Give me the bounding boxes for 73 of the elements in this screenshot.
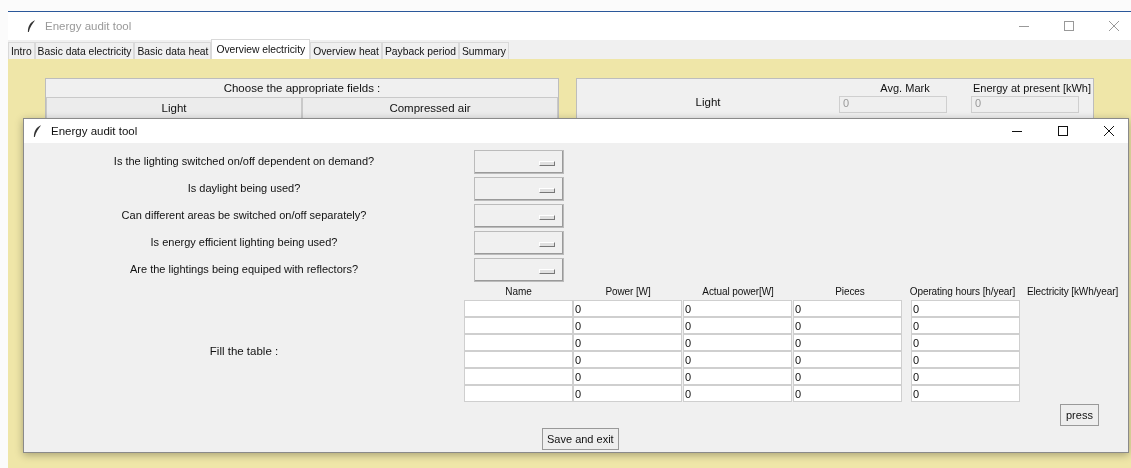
option-menu[interactable] [474,257,564,282]
table-entry[interactable] [464,368,573,385]
close-icon[interactable] [1104,126,1114,136]
column-header: Power [W] [604,286,652,297]
table-entry[interactable] [464,385,573,402]
table-entry[interactable]: 0 [793,351,902,368]
table-entry[interactable] [464,300,573,317]
tab[interactable]: Basic data heat [134,42,212,59]
press-button[interactable]: press [1060,404,1099,426]
question-label: Is energy efficient lighting being used? [149,235,339,250]
table-entry[interactable]: 0 [683,300,792,317]
question-label: Is the lighting switched on/off dependent on demand? [112,154,376,169]
question-label: Can different areas be switched on/off separately? [120,208,368,223]
category-button[interactable]: Compressed air [302,97,558,119]
option-menu[interactable] [474,176,564,201]
tab[interactable]: Summary [458,42,509,59]
question-label: Is daylight being used? [186,181,302,196]
column-header: Pieces [834,286,866,297]
table-entry[interactable]: 0 [911,300,1020,317]
question-label: Are the lightings being equiped with reflectors? [128,262,360,277]
menu-indicator-icon [539,160,555,166]
maximize-icon[interactable] [1058,126,1068,136]
column-header: Electricity [kWh/year] [1025,286,1120,297]
tab[interactable]: Overview electricity [211,39,311,59]
menu-indicator-icon [539,187,555,193]
menu-indicator-icon [539,241,555,247]
table-entry[interactable]: 0 [911,385,1020,402]
table-entry[interactable]: 0 [573,300,682,317]
tab[interactable]: Basic data electricity [34,42,135,59]
table-entry[interactable] [464,351,573,368]
window-title: Energy audit tool [45,20,132,32]
option-menu[interactable] [474,149,564,174]
option-menu[interactable] [474,203,564,228]
table-entry[interactable]: 0 [573,317,682,334]
column-header: Avg. Mark [879,82,931,94]
table-entry[interactable]: 0 [573,334,682,351]
window-title: Energy audit tool [51,125,138,137]
save-and-exit-button[interactable]: Save and exit [542,428,619,450]
table-entry[interactable]: 0 [793,317,902,334]
table-entry[interactable] [464,334,573,351]
table-entry[interactable]: 0 [573,351,682,368]
table-entry[interactable]: 0 [683,368,792,385]
table-entry[interactable]: 0 [573,385,682,402]
column-header: Actual power[W] [701,286,775,297]
feather-icon [27,19,36,33]
feather-icon [33,124,42,138]
tab[interactable]: Overview heat [310,42,382,59]
table-entry[interactable]: 0 [911,334,1020,351]
table-entry[interactable]: 0 [683,351,792,368]
tab[interactable]: Payback period [381,42,459,59]
table-entry[interactable] [464,317,573,334]
panel-heading: Choose the appropriate fields : [222,81,382,96]
table-label: Fill the table : [208,345,280,357]
table-entry[interactable]: 0 [683,385,792,402]
column-header: Energy at present [kWh] [972,82,1092,94]
table-entry[interactable]: 0 [683,334,792,351]
column-header: Operating hours [h/year] [908,286,1017,297]
table-entry[interactable]: 0 [793,368,902,385]
menu-indicator-icon [539,268,555,274]
table-entry[interactable]: 0 [793,334,902,351]
menu-indicator-icon [539,214,555,220]
row-label: Light [694,96,722,110]
table-entry[interactable]: 0 [911,351,1020,368]
table-entry[interactable]: 0 [683,317,792,334]
table-entry[interactable]: 0 [911,368,1020,385]
category-button[interactable]: Light [46,97,302,119]
table-entry[interactable]: 0 [573,368,682,385]
column-header: Name [504,286,533,297]
table-entry[interactable]: 0 [793,385,902,402]
table-entry[interactable]: 0 [793,300,902,317]
table-entry[interactable]: 0 [911,317,1020,334]
option-menu[interactable] [474,230,564,255]
tab[interactable]: Intro [8,42,35,59]
